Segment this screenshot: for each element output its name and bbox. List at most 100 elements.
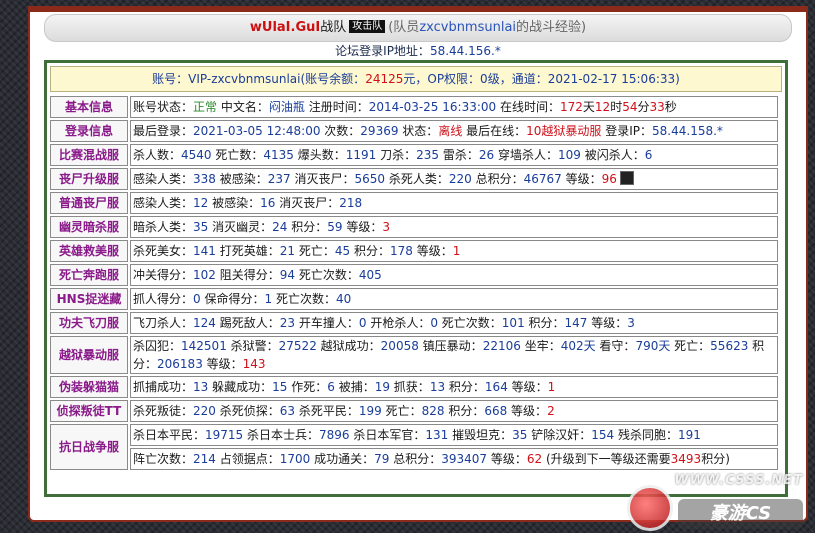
table-row-basic: 基本信息 账号状态：正常 中文名：闷油瓶 注册时间：2014-03-25 16:… (50, 96, 778, 118)
stat-key: 消灭幽灵： (208, 220, 273, 234)
stat-key: 积分： (350, 244, 390, 258)
stat-value: 101 (501, 316, 525, 330)
profile-panel: wUlaI.GuI战队 攻击队 (队员zxcvbnmsunlai的战斗经验) 论坛登… (28, 6, 808, 522)
stat-key: 总积分： (389, 452, 442, 466)
stat-value: 1191 (345, 148, 377, 162)
row-label-zombie: 普通丧尸服 (50, 192, 128, 214)
basic-info: 账号状态：正常 中文名：闷油瓶 注册时间：2014-03-25 16:33:00… (130, 96, 778, 118)
stat-value: 164 (484, 380, 508, 394)
stat-value: 19715 (205, 428, 244, 442)
stat-value: 35 (193, 220, 209, 234)
row-label-login: 登录信息 (50, 120, 128, 142)
table-row-match: 比赛混战服 杀人数：4540 死亡数：4135 爆头数：1191 刀杀：235 … (50, 144, 778, 166)
table-row-kungfu: 功夫飞刀服 飞刀杀人：124 踢死敌人：23 开车撞人：0 开枪杀人：0 死亡次… (50, 312, 778, 334)
war-stats-1: 杀日本平民：19715 杀日本士兵：7896 杀日本军官：131 摧毁坦克：35… (130, 424, 778, 446)
stat-value: 63 (279, 404, 296, 418)
stat-value: 4540 (181, 148, 212, 162)
stat-value: 102 (193, 268, 216, 282)
table-row-war-2: 阵亡次数：214 占领据点：1700 成功通关：79 总积分：393407 等级… (50, 448, 778, 470)
stat-key: 飞刀杀人： (133, 316, 194, 330)
stat-value: 178 (389, 244, 413, 258)
table-row-ghost: 幽灵暗杀服 暗杀人类：35 消灭幽灵：24 积分：59 等级：3 (50, 216, 778, 238)
row-label-run: 死亡奔跑服 (50, 264, 128, 286)
stat-value: 141 (193, 244, 216, 258)
stat-value: 24 (272, 220, 288, 234)
stat-value: 220 (448, 172, 472, 186)
account-summary: 账号：VIP-zxcvbnmsunlai(账号余额：24125元，OP权限：0级… (50, 66, 782, 92)
stat-key: 越狱成功： (316, 339, 381, 353)
stat-value: 0 (430, 316, 438, 330)
stat-key: 积分： (524, 316, 565, 330)
jail-stats: 杀囚犯：142501 杀狱警：27522 越狱成功：20058 镇压暴动：221… (130, 336, 778, 374)
stat-key: 爆头数： (293, 148, 346, 162)
stat-key: 成功通关： (310, 452, 375, 466)
stat-value: 3 (627, 316, 635, 330)
stat-key: 杀狱警： (226, 339, 279, 353)
row-label-zombie-up: 丧尸升级服 (50, 168, 128, 190)
row-label-hero: 英雄救美服 (50, 240, 128, 262)
forum-ip-value: 58.44.156.* (429, 44, 501, 58)
login-info: 最后登录：2021-03-05 12:48:00 次数：29369 状态：离线 … (130, 120, 778, 142)
stat-value: 20058 (380, 339, 419, 353)
stat-key: 死亡次数： (272, 292, 336, 306)
stat-key: 积分： (287, 220, 328, 234)
stat-key: 杀死侦探： (215, 404, 280, 418)
stat-key: 抓人得分： (133, 292, 194, 306)
stat-value: 338 (193, 172, 216, 186)
stat-key: 杀囚犯： (133, 339, 182, 353)
stat-key: 镇压暴动： (418, 339, 483, 353)
stat-key: 开车撞人： (295, 316, 359, 330)
stat-value: 27522 (278, 339, 317, 353)
stat-key: 杀日本士兵： (243, 428, 320, 442)
stat-value: 0 (193, 292, 201, 306)
stat-value: 668 (484, 404, 508, 418)
stat-key: 消灭丧尸： (290, 172, 355, 186)
stat-key: 被感染： (208, 196, 261, 210)
row-label-kungfu: 功夫飞刀服 (50, 312, 128, 334)
stat-value: 828 (421, 404, 445, 418)
stat-key: 雷杀： (439, 148, 479, 162)
stat-value: 23 (279, 316, 296, 330)
table-row-zombie-up: 丧尸升级服 感染人类：338 被感染：237 消灭丧尸：5650 杀死人类：22… (50, 168, 778, 190)
table-row-run: 死亡奔跑服 冲关得分：102 阻关得分：94 死亡次数：405 (50, 264, 778, 286)
stat-value: 46767 (523, 172, 562, 186)
war-stats-2: 阵亡次数：214 占领据点：1700 成功通关：79 总积分：393407 等级… (130, 448, 778, 470)
member-info: (队员zxcvbnmsunlai的战斗经验) (388, 20, 587, 35)
row-label-traitor: 侦探叛徒TT (50, 400, 128, 422)
stat-value: 40 (335, 292, 352, 306)
hero-stats: 杀死美女：141 打死英雄：21 死亡：45 积分：178 等级：1 (130, 240, 778, 262)
stat-value: 147 (564, 316, 588, 330)
member-name[interactable]: zxcvbnmsunlai (419, 20, 516, 35)
stat-key: 冲关得分： (133, 268, 194, 282)
stat-value: 7896 (319, 428, 350, 442)
table-row-login: 登录信息 最后登录：2021-03-05 12:48:00 次数：29369 状… (50, 120, 778, 142)
forum-ip-line: 论坛登录IP地址：58.44.156.* (335, 44, 501, 58)
stat-value: 26 (478, 148, 495, 162)
stat-key: 踢死敌人： (215, 316, 280, 330)
stat-key: 等级： (587, 316, 628, 330)
stat-key: 杀死平民： (295, 404, 359, 418)
stats-table: 基本信息 账号状态：正常 中文名：闷油瓶 注册时间：2014-03-25 16:… (48, 94, 780, 472)
stat-value: 94 (279, 268, 296, 282)
team-name[interactable]: wUlaI.GuI (250, 20, 320, 35)
stat-value: 124 (193, 316, 216, 330)
stat-key: 摧毁坦克： (448, 428, 513, 442)
stat-value: 6 (327, 380, 335, 394)
stat-key: 抓获： (389, 380, 430, 394)
stat-value: 79 (374, 452, 390, 466)
stat-key: 保命得分： (200, 292, 265, 306)
stat-key: 杀死人类： (385, 172, 449, 186)
stat-value: 15 (272, 380, 288, 394)
stat-value: 13 (429, 380, 446, 394)
match-stats: 杀人数：4540 死亡数：4135 爆头数：1191 刀杀：235 雷杀：26 … (130, 144, 778, 166)
stat-value: 5650 (354, 172, 386, 186)
kungfu-stats: 飞刀杀人：124 踢死敌人：23 开车撞人：0 开枪杀人：0 死亡次数：101 … (130, 312, 778, 334)
stat-key: 作死： (287, 380, 328, 394)
stat-value: 4135 (263, 148, 294, 162)
table-row-war-1: 抗日战争服 杀日本平民：19715 杀日本士兵：7896 杀日本军官：131 摧… (50, 424, 778, 470)
stat-value: 235 (416, 148, 440, 162)
stat-value: 131 (425, 428, 449, 442)
stat-value: 220 (193, 404, 216, 418)
rank-icon (619, 171, 634, 185)
stat-value: 55623 (710, 339, 749, 353)
